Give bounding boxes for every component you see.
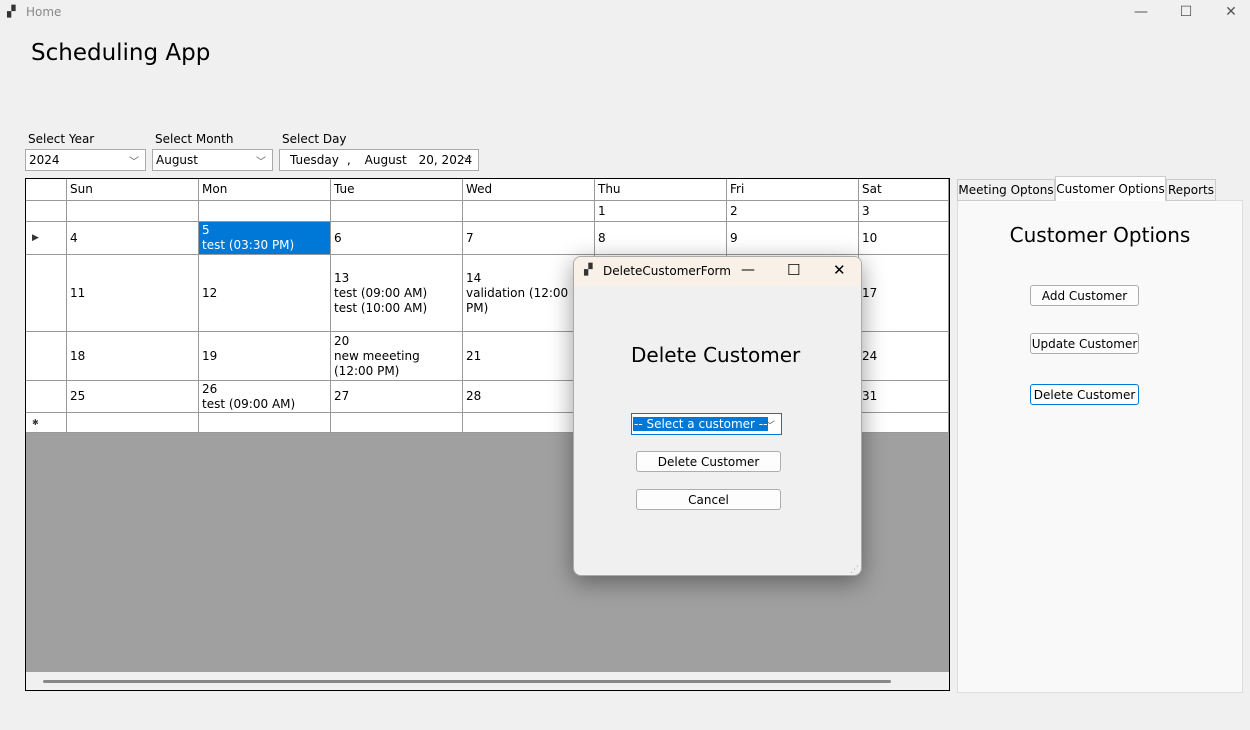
customer-select-value: -- Select a customer -- [633,417,769,431]
year-value: 2024 [29,153,60,167]
day-label: Select Day [282,132,347,146]
dialog-titlebar: ▞ DeleteCustomerForm — ☐ ✕ [574,257,861,286]
customer-select[interactable]: -- Select a customer -- ﹀ [631,413,782,435]
day-weekday[interactable]: Tuesday [290,153,339,167]
column-header-sun[interactable]: Sun [67,179,199,201]
delete-customer-dialog: ▞ DeleteCustomerForm — ☐ ✕ Delete Custom… [573,256,862,576]
calendar-cell[interactable]: 19 [199,332,331,381]
calendar-cell[interactable] [199,201,331,222]
day-separator: , [346,153,351,167]
minimize-button[interactable]: — [1118,0,1164,24]
calendar-cell[interactable] [463,201,595,222]
calendar-cell[interactable] [331,413,463,433]
calendar-cell[interactable]: 4 [67,222,199,255]
column-header-tue[interactable]: Tue [331,179,463,201]
calendar-cell[interactable]: 31 [859,381,949,413]
scrollbar-thumb[interactable] [43,680,891,683]
dialog-heading: Delete Customer [631,343,801,367]
row-header[interactable] [26,255,67,332]
column-header-fri[interactable]: Fri [727,179,859,201]
calendar-cell[interactable] [67,413,199,433]
calendar-cell[interactable]: 8 [595,222,727,255]
calendar-cell[interactable]: 1 [595,201,727,222]
year-label: Select Year [28,132,95,146]
tab-reports[interactable]: Reports [1166,179,1216,201]
current-row-marker[interactable]: ▶ [26,222,67,255]
calendar-cell[interactable]: 7 [463,222,595,255]
close-button[interactable]: ✕ [1208,0,1250,24]
customer-options-panel: Customer Options Add Customer Update Cus… [957,200,1243,693]
maximize-button[interactable]: ☐ [1163,0,1209,24]
dialog-title: DeleteCustomerForm [603,264,731,278]
row-header[interactable] [26,381,67,413]
chevron-down-icon: ﹀ [765,421,775,432]
calendar-cell[interactable]: 12 [199,255,331,332]
dialog-minimize-button[interactable]: — [741,262,755,278]
calendar-cell[interactable]: 13 test (09:00 AM) test (10:00 AM) [331,255,463,332]
dialog-delete-button[interactable]: Delete Customer [636,451,781,472]
row-header[interactable] [26,332,67,381]
panel-title: Customer Options [1009,223,1191,247]
calendar-cell[interactable]: 9 [727,222,859,255]
column-header-thu[interactable]: Thu [595,179,727,201]
calendar-cell[interactable]: 27 [331,381,463,413]
month-value: August [156,153,198,167]
column-header-mon[interactable]: Mon [199,179,331,201]
calendar-cell[interactable]: 18 [67,332,199,381]
new-row-marker[interactable]: ✱ [26,413,67,433]
month-select[interactable]: August ﹀ [152,149,273,171]
update-customer-button[interactable]: Update Customer [1030,333,1139,354]
calendar-cell[interactable]: 26 test (09:00 AM) [199,381,331,413]
dialog-cancel-button[interactable]: Cancel [636,489,781,510]
month-label: Select Month [155,132,234,146]
tab-customer-options[interactable]: Customer Options [1055,176,1166,201]
calendar-cell[interactable] [67,201,199,222]
app-icon: ▞ [7,5,16,18]
chevron-down-icon: ﹀ [129,157,139,168]
calendar-cell[interactable]: 5 test (03:30 PM) [199,222,331,255]
chevron-down-icon: ﹀ [462,157,472,168]
day-picker[interactable]: Tuesday , August 20, 2024 ﹀ [279,149,479,171]
calendar-cell[interactable] [199,413,331,433]
calendar-cell[interactable] [859,413,949,433]
horizontal-scrollbar[interactable] [26,672,949,690]
calendar-cell[interactable]: 6 [331,222,463,255]
tab-meeting-options[interactable]: Meeting Optons [957,179,1055,201]
dialog-close-button[interactable]: ✕ [833,261,846,279]
calendar-cell[interactable]: 25 [67,381,199,413]
dialog-maximize-button[interactable]: ☐ [787,261,800,279]
calendar-cell[interactable] [331,201,463,222]
calendar-cell[interactable]: 3 [859,201,949,222]
delete-customer-button[interactable]: Delete Customer [1030,384,1139,405]
add-customer-button[interactable]: Add Customer [1030,285,1139,306]
grid-corner [26,179,67,201]
column-header-wed[interactable]: Wed [463,179,595,201]
day-month[interactable]: August [365,153,407,167]
year-select[interactable]: 2024 ﹀ [25,149,146,171]
resize-grip-icon[interactable]: ⋰ [850,565,859,575]
calendar-cell[interactable]: 11 [67,255,199,332]
calendar-cell[interactable]: 2 [727,201,859,222]
window-title: Home [26,5,62,19]
row-header[interactable] [26,201,67,222]
window-titlebar: ▞ Home — ☐ ✕ [0,0,1250,26]
app-icon: ▞ [584,263,593,276]
calendar-cell[interactable]: 24 [859,332,949,381]
chevron-down-icon: ﹀ [256,157,266,168]
column-header-sat[interactable]: Sat [859,179,949,201]
calendar-cell[interactable]: 10 [859,222,949,255]
calendar-cell[interactable]: 17 [859,255,949,332]
page-title: Scheduling App [31,40,211,66]
calendar-cell[interactable]: 20 new meeeting (12:00 PM) [331,332,463,381]
